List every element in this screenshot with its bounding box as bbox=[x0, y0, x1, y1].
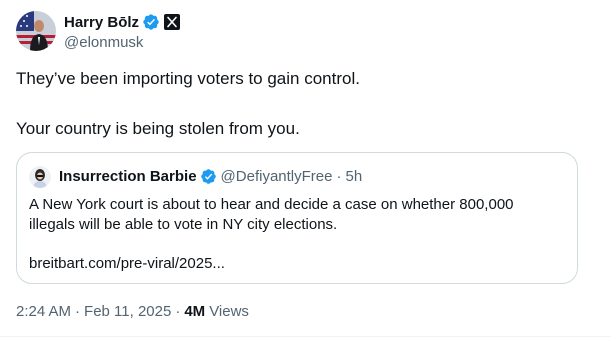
separator-dot: · bbox=[336, 168, 342, 185]
author-display-name[interactable]: Harry Bōlz bbox=[64, 14, 139, 31]
quoted-header: Insurrection Barbie @DefiyantlyFree · 5h bbox=[59, 168, 362, 185]
tweet-date[interactable]: Feb 11, 2025 bbox=[84, 303, 171, 320]
tweet-text-line-1: They’ve been importing voters to gain co… bbox=[16, 69, 360, 88]
verified-badge-icon[interactable] bbox=[142, 13, 160, 31]
verified-badge-icon[interactable] bbox=[200, 168, 217, 185]
quoted-link[interactable]: breitbart.com/pre-viral/2025... bbox=[29, 254, 225, 274]
author-avatar[interactable] bbox=[16, 11, 56, 51]
tweet-meta: 2:24 AM · Feb 11, 2025 · 4M Views bbox=[16, 303, 249, 320]
tweet: Harry Bōlz @elonmusk They’ve been import… bbox=[0, 0, 611, 339]
bottom-divider bbox=[0, 336, 611, 337]
author-handle[interactable]: @elonmusk bbox=[64, 34, 143, 51]
author-name-row: Harry Bōlz bbox=[64, 12, 181, 32]
quoted-text-line-2: illegals will be able to vote in NY city… bbox=[29, 216, 338, 233]
x-logo-icon[interactable] bbox=[164, 14, 181, 30]
quoted-handle[interactable]: @DefiyantlyFree bbox=[221, 168, 333, 185]
views-label[interactable]: Views bbox=[209, 303, 249, 320]
quoted-text-line-1: A New York court is about to hear and de… bbox=[29, 196, 514, 213]
separator-dot: · bbox=[175, 303, 181, 320]
quoted-timestamp[interactable]: 5h bbox=[345, 168, 362, 185]
tweet-time[interactable]: 2:24 AM bbox=[16, 303, 71, 320]
tweet-text-line-2: Your country is being stolen from you. bbox=[16, 119, 300, 138]
views-count[interactable]: 4M bbox=[184, 303, 205, 320]
quoted-author-avatar[interactable] bbox=[29, 166, 51, 188]
quoted-tweet-card[interactable]: Insurrection Barbie @DefiyantlyFree · 5h… bbox=[16, 152, 578, 284]
quoted-display-name[interactable]: Insurrection Barbie bbox=[59, 168, 197, 185]
separator-dot: · bbox=[75, 303, 81, 320]
